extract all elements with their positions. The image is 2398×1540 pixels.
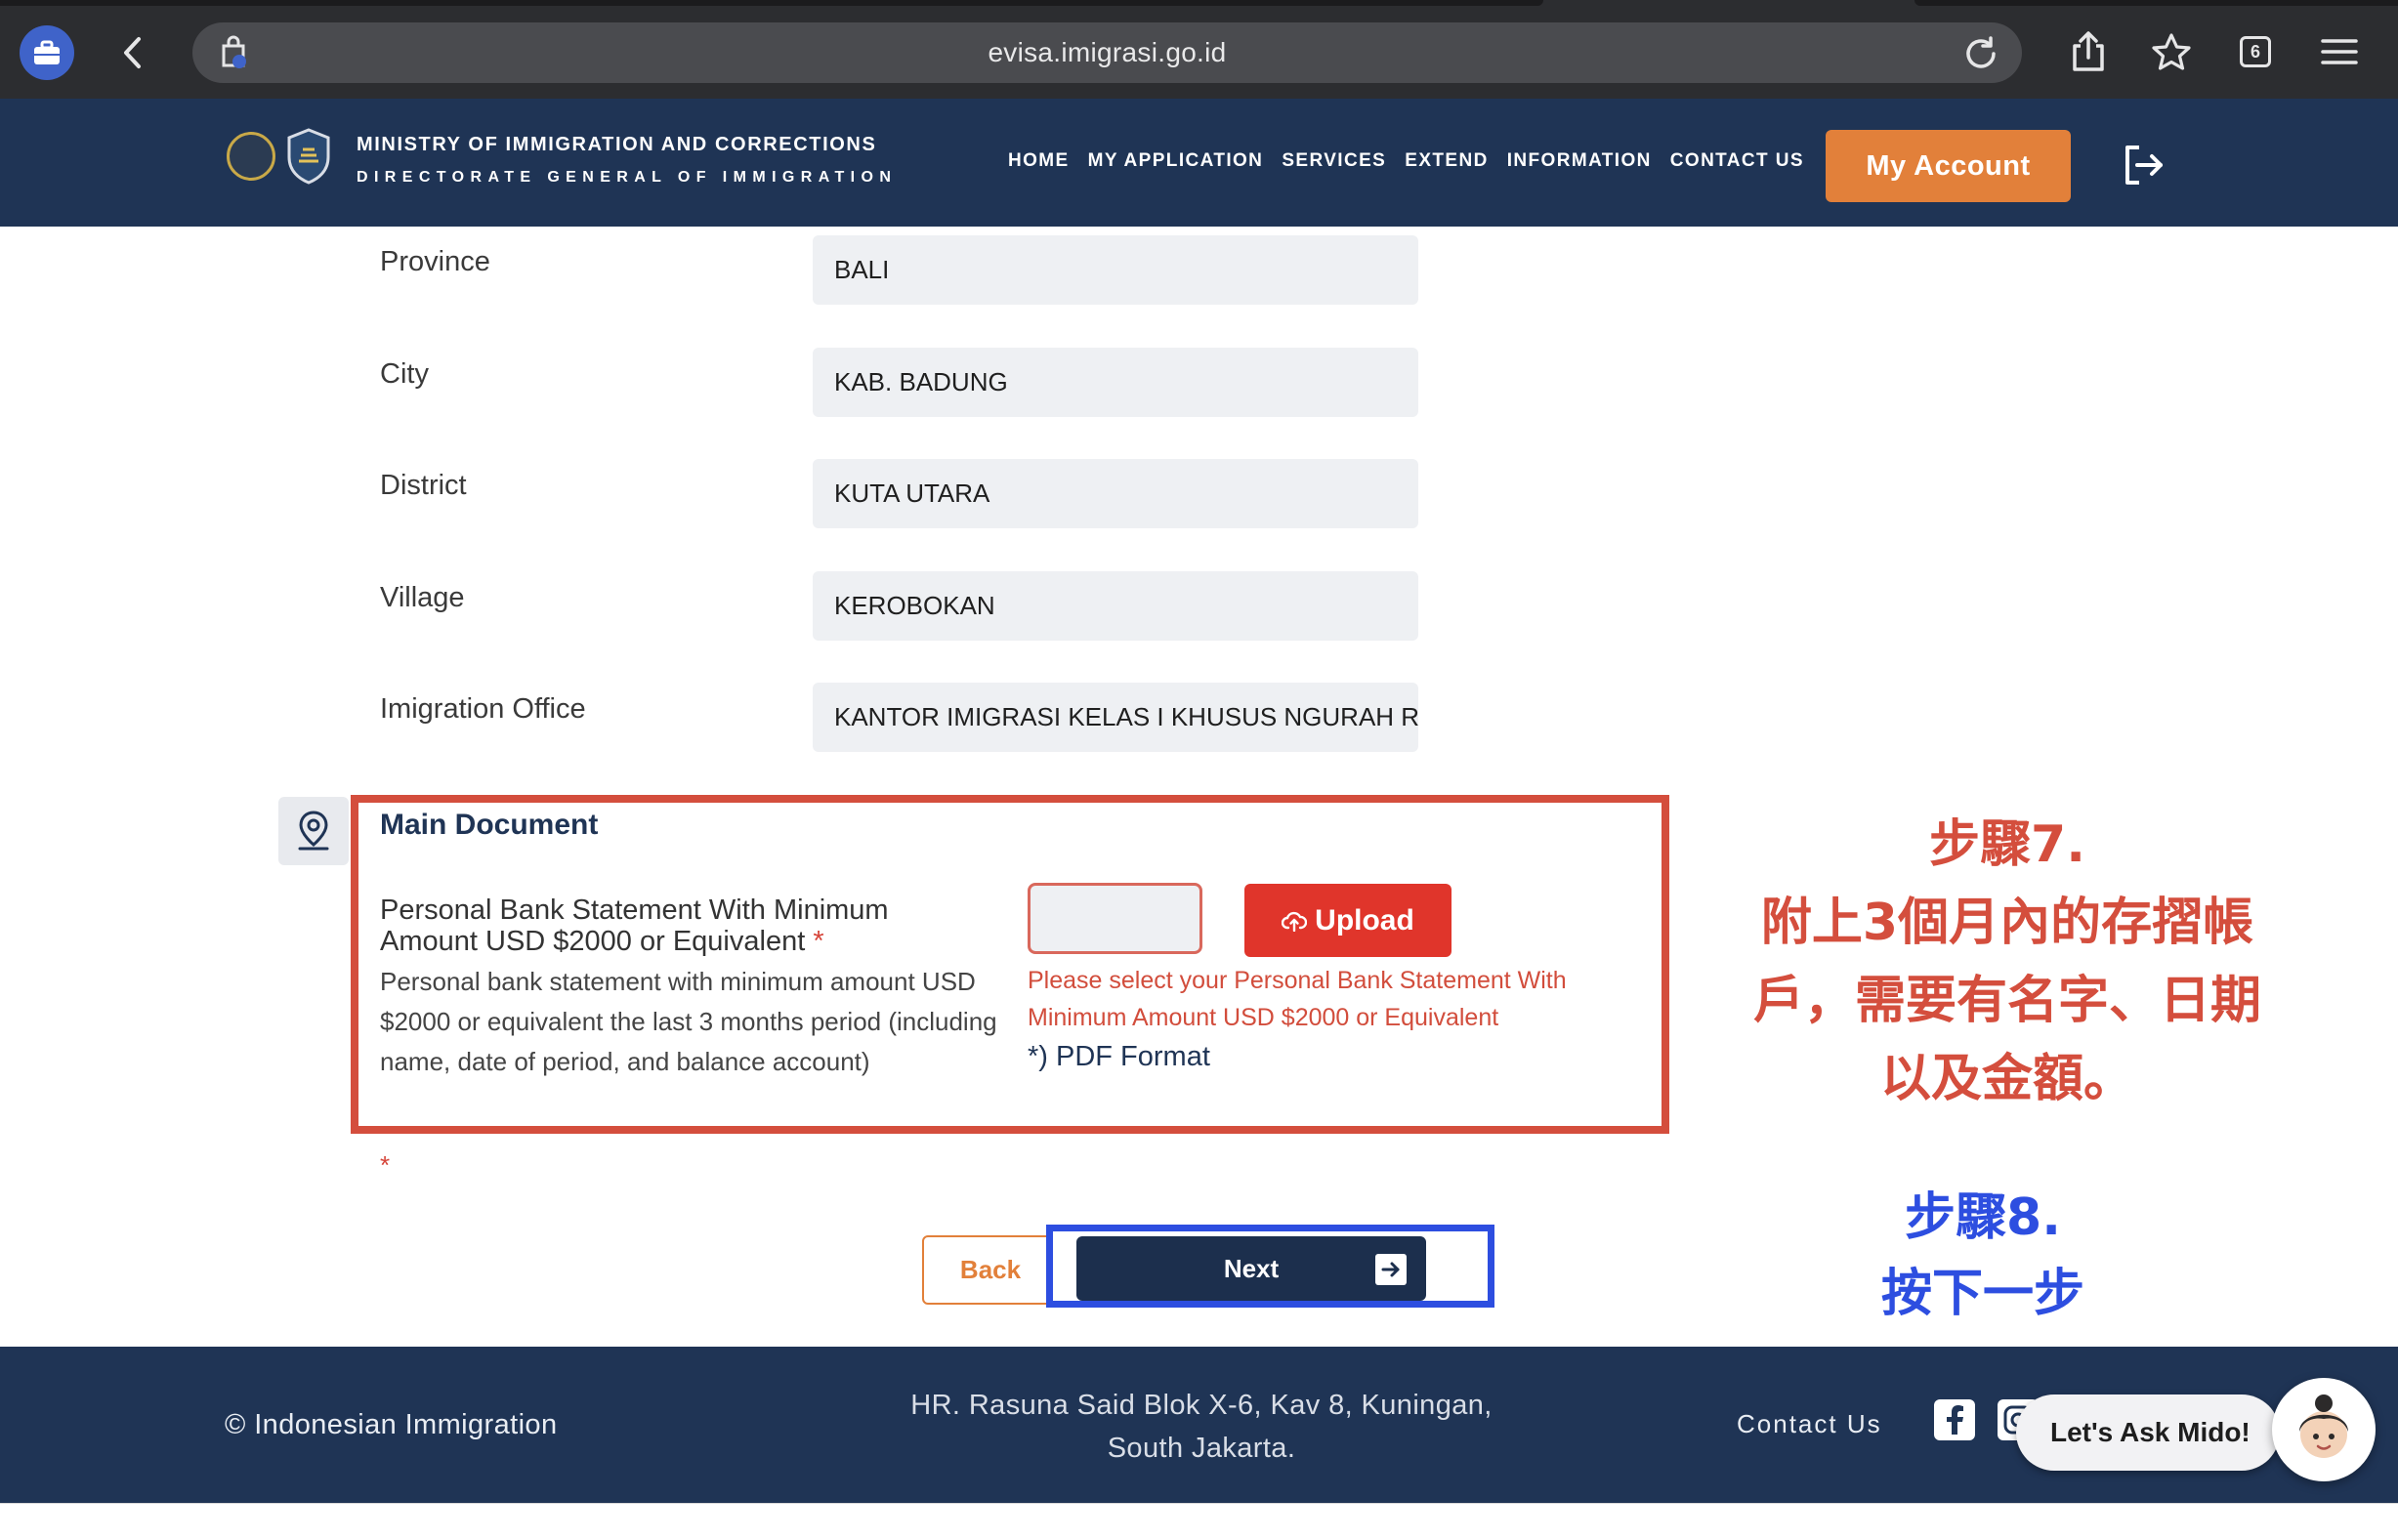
briefcase-icon[interactable] xyxy=(20,25,74,80)
document-name: Personal Bank Statement With Minimum Amo… xyxy=(380,895,966,957)
star-icon[interactable] xyxy=(2149,29,2194,74)
url-text[interactable]: evisa.imigrasi.go.id xyxy=(192,37,2022,68)
bottom-strip xyxy=(0,1503,2398,1540)
nav-information[interactable]: INFORMATION xyxy=(1507,150,1652,172)
nav-extend[interactable]: EXTEND xyxy=(1405,150,1488,172)
nav-services[interactable]: SERVICES xyxy=(1282,150,1386,172)
footer-address-line1: HR. Rasuna Said Blok X-6, Kav 8, Kuninga… xyxy=(910,1390,1493,1421)
immigration-shield-logo xyxy=(285,128,332,185)
required-mark-bottom: * xyxy=(380,1150,391,1180)
document-description: Personal bank statement with minimum amo… xyxy=(380,967,997,1076)
upload-label: Upload xyxy=(1315,903,1414,936)
menu-icon[interactable] xyxy=(2317,29,2362,74)
city-label: City xyxy=(380,358,429,390)
immigration-office-field[interactable]: KANTOR IMIGRASI KELAS I KHUSUS NGURAH RA… xyxy=(813,683,1418,752)
upload-error-message: Please select your Personal Bank Stateme… xyxy=(1028,967,1567,1031)
required-mark: * xyxy=(813,926,824,957)
my-account-button[interactable]: My Account xyxy=(1826,130,2071,202)
cloud-upload-icon xyxy=(1282,911,1308,932)
logout-icon[interactable] xyxy=(2120,142,2167,188)
footer-address: HR. Rasuna Said Blok X-6, Kav 8, Kuninga… xyxy=(860,1384,1543,1470)
browser-toolbar: evisa.imigrasi.go.id 6 xyxy=(0,0,2398,99)
pdf-format-note: *) PDF Format xyxy=(1028,1041,1210,1072)
next-button[interactable]: Next xyxy=(1076,1236,1426,1301)
main-document-title: Main Document xyxy=(380,809,599,841)
mido-avatar[interactable] xyxy=(2272,1378,2376,1481)
district-label: District xyxy=(380,470,467,501)
ministry-title: MINISTRY OF IMMIGRATION AND CORRECTIONS xyxy=(357,134,877,155)
location-pin-icon xyxy=(278,797,349,865)
facebook-icon[interactable] xyxy=(1934,1399,1975,1440)
next-label: Next xyxy=(1223,1254,1280,1283)
tab-strip-left xyxy=(0,0,1543,6)
page: evisa.imigrasi.go.id 6 MINISTRY OF IMMIG… xyxy=(0,0,2398,1540)
nav-home[interactable]: HOME xyxy=(1008,150,1070,172)
district-field[interactable]: KUTA UTARA xyxy=(813,459,1418,528)
step7-title: 步驟7. xyxy=(1929,815,2085,874)
step8-annotation: 步驟8. 按下一步 xyxy=(1788,1180,2178,1332)
tab-count: 6 xyxy=(2240,36,2271,67)
garuda-emblem-logo xyxy=(227,132,275,181)
step7-line3: 以及金額。 xyxy=(1879,1050,2134,1108)
upload-button[interactable]: Upload xyxy=(1244,884,1451,957)
back-button[interactable]: Back xyxy=(922,1235,1059,1305)
village-field[interactable]: KEROBOKAN xyxy=(813,571,1418,641)
village-label: Village xyxy=(380,582,465,613)
immigration-office-label: Imigration Office xyxy=(380,693,586,725)
footer-address-line2: South Jakarta. xyxy=(1107,1433,1296,1464)
nav-my-application[interactable]: MY APPLICATION xyxy=(1088,150,1264,172)
step7-line2: 戶，需要有名字、日期 xyxy=(1752,972,2261,1030)
reload-icon[interactable] xyxy=(1961,34,2000,73)
share-icon[interactable] xyxy=(2066,29,2111,74)
step7-annotation: 步驟7. 附上3個月內的存摺帳 戶，需要有名字、日期 以及金額。 xyxy=(1704,806,2310,1118)
site-header: MINISTRY OF IMMIGRATION AND CORRECTIONS … xyxy=(0,99,2398,227)
province-label: Province xyxy=(380,246,490,277)
city-field[interactable]: KAB. BADUNG xyxy=(813,348,1418,417)
address-bar[interactable]: evisa.imigrasi.go.id xyxy=(192,22,2022,83)
site-footer: © Indonesian Immigration HR. Rasuna Said… xyxy=(0,1347,2398,1503)
tabs-icon[interactable]: 6 xyxy=(2233,29,2278,74)
chat-assistant-button[interactable]: Let's Ask Mido! xyxy=(2016,1394,2280,1471)
step8-title: 步驟8. xyxy=(1905,1188,2061,1247)
footer-contact-link[interactable]: Contact Us xyxy=(1737,1409,1882,1439)
province-field[interactable]: BALI xyxy=(813,235,1418,305)
main-nav: HOME MY APPLICATION SERVICES EXTEND INFO… xyxy=(1008,150,1823,172)
back-arrow-icon[interactable] xyxy=(109,29,156,76)
tab-strip-right xyxy=(1914,0,2398,6)
file-input[interactable] xyxy=(1028,883,1202,954)
step8-line1: 按下一步 xyxy=(1880,1265,2084,1323)
directorate-subtitle: DIRECTORATE GENERAL OF IMMIGRATION xyxy=(357,169,898,186)
arrow-right-icon xyxy=(1375,1254,1407,1285)
step7-line1: 附上3個月內的存摺帳 xyxy=(1760,894,2254,952)
footer-copyright: © Indonesian Immigration xyxy=(225,1409,558,1440)
nav-contact-us[interactable]: CONTACT US xyxy=(1670,150,1804,172)
